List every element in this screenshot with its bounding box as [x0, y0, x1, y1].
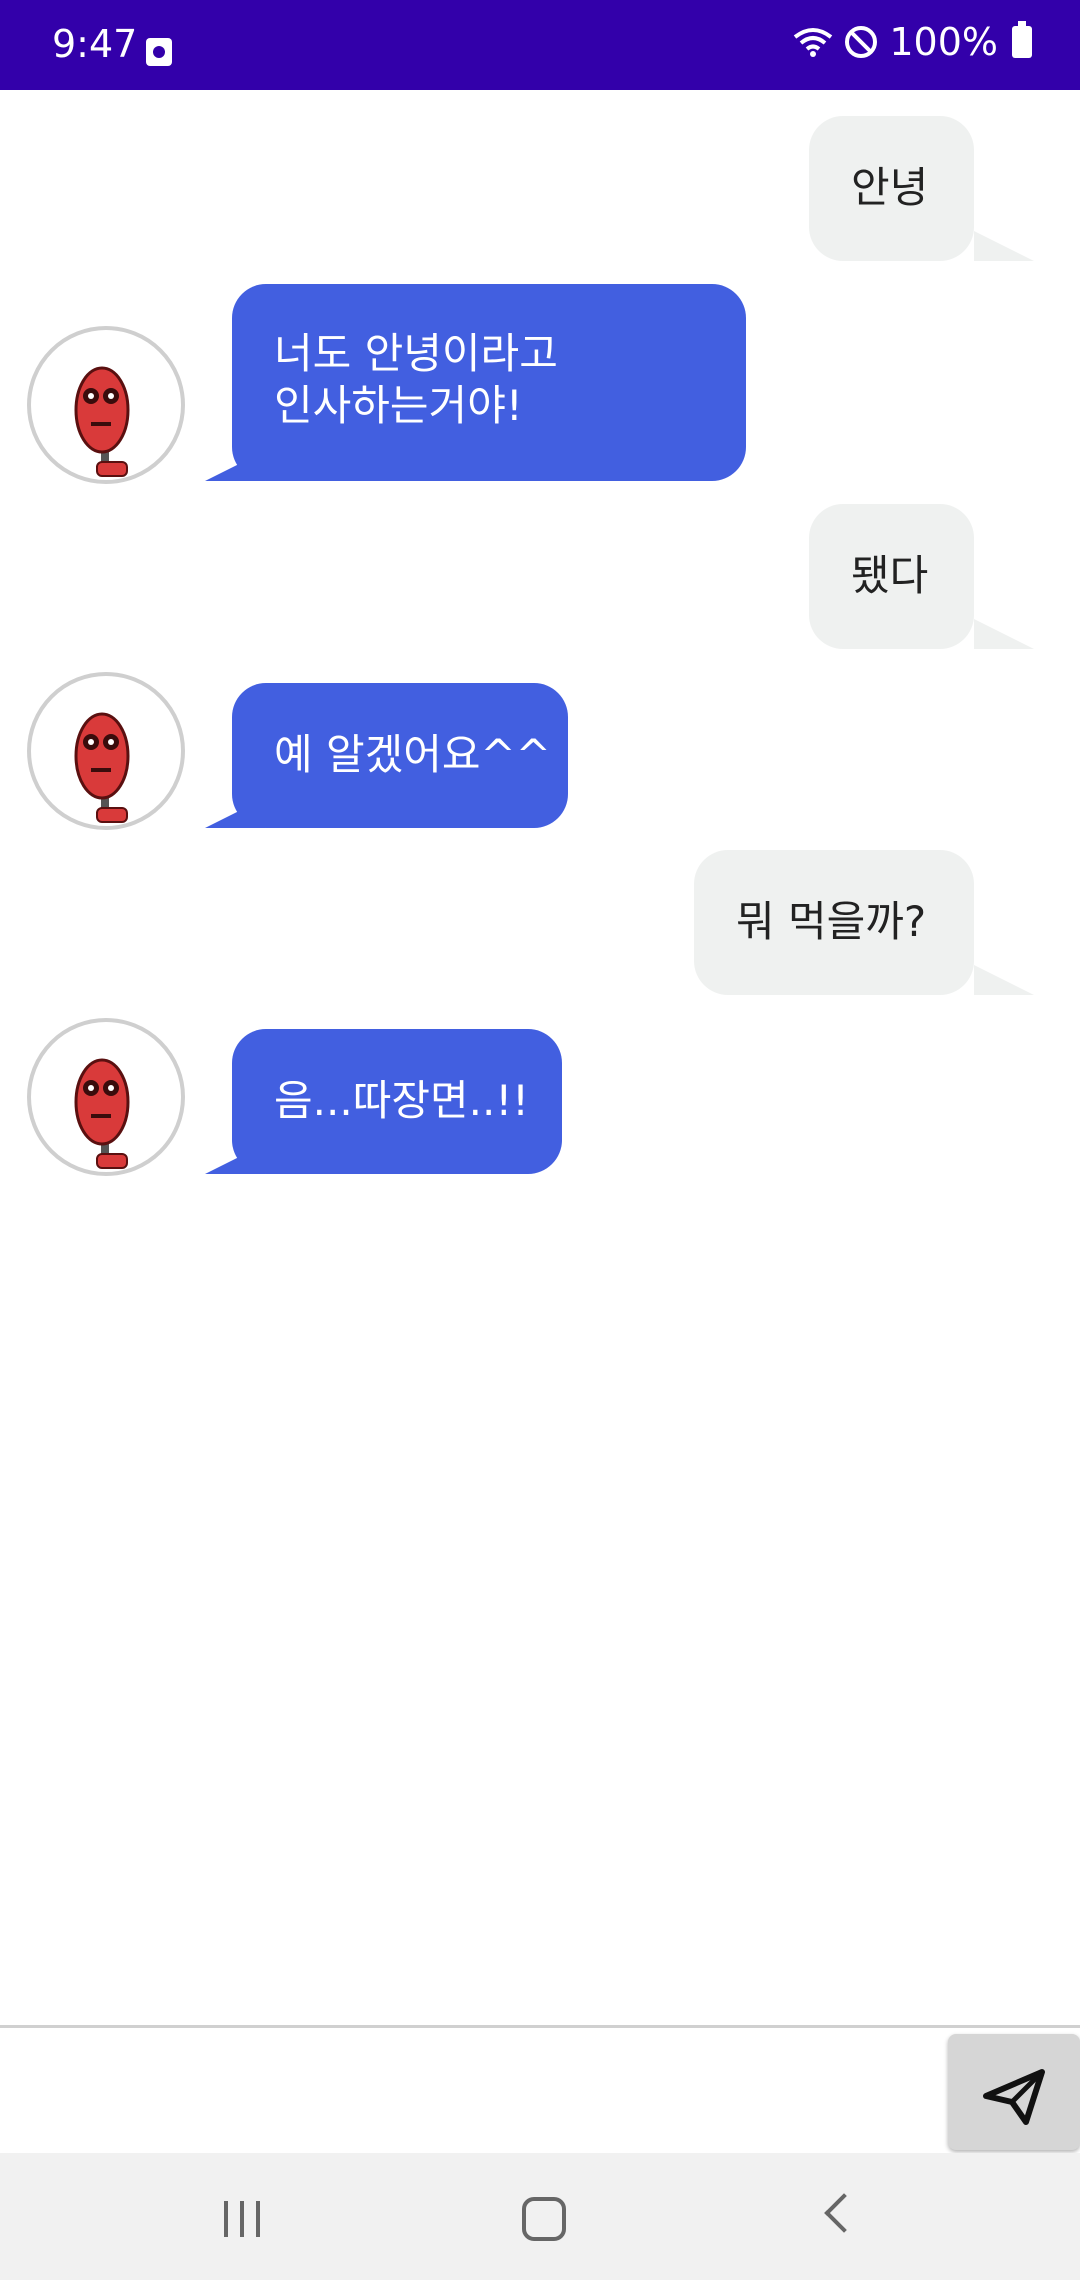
- status-time: 9:47: [52, 22, 138, 66]
- battery-icon: [1012, 21, 1032, 58]
- bubble-tail: [974, 619, 1034, 649]
- do-not-disturb-icon: [845, 26, 878, 58]
- back-icon[interactable]: [824, 2193, 864, 2233]
- robot-avatar-icon: [74, 1058, 130, 1169]
- bubble-tail: [974, 965, 1034, 995]
- bubble-tail: [974, 231, 1034, 261]
- home-icon[interactable]: [522, 2197, 566, 2241]
- status-icons: 100%: [793, 20, 1032, 64]
- sent-message-bubble: 됐다: [809, 504, 974, 649]
- battery-percent: 100%: [889, 20, 998, 64]
- notification-app-icon: [146, 38, 172, 66]
- received-message-bubble: 음...따장면..!!: [232, 1029, 562, 1174]
- message-input[interactable]: [0, 2028, 950, 2150]
- system-nav-bar: [0, 2153, 1080, 2280]
- send-paper-plane-icon: [983, 2069, 1045, 2125]
- recent-apps-icon[interactable]: [222, 2201, 262, 2237]
- robot-avatar-icon: [74, 366, 130, 477]
- wifi-icon: [794, 28, 833, 57]
- received-message-bubble: 너도 안녕이라고 인사하는거야!: [232, 284, 746, 481]
- send-button[interactable]: [948, 2034, 1080, 2150]
- sent-message-bubble: 안녕: [809, 116, 974, 261]
- received-message-bubble: 예 알겠어요^^: [232, 683, 568, 828]
- status-bar: 9:47 100%: [0, 0, 1080, 90]
- bot-avatar[interactable]: [27, 672, 185, 830]
- bot-avatar[interactable]: [27, 1018, 185, 1176]
- bot-avatar[interactable]: [27, 326, 185, 484]
- robot-avatar-icon: [74, 712, 130, 823]
- chat-message-list[interactable]: 안녕 너도 안녕이라고 인사하는거야! 됐다 예 알겠어요^^ 뭐 먹을까? 음…: [0, 90, 1080, 2025]
- sent-message-bubble: 뭐 먹을까?: [694, 850, 974, 995]
